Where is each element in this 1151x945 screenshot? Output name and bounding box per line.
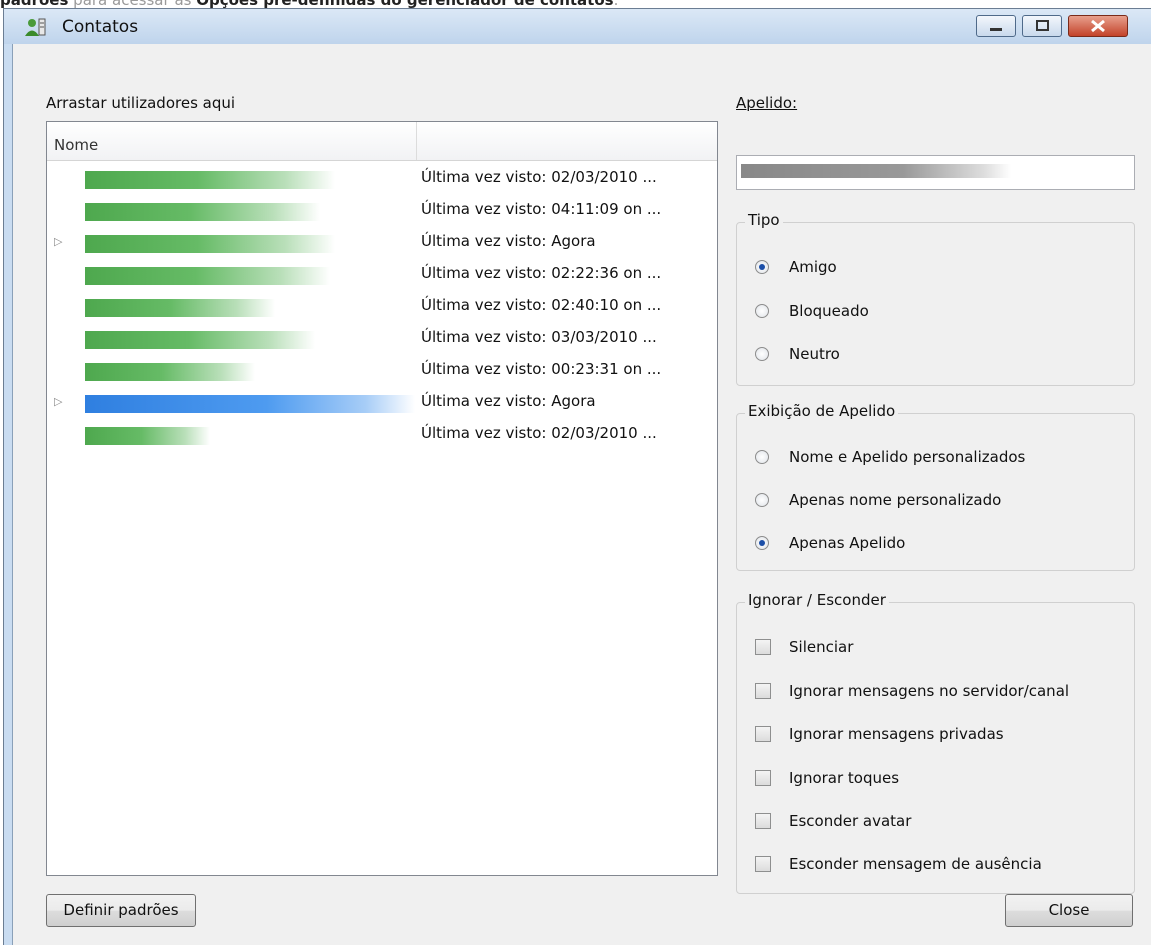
expand-arrow-icon[interactable]: ▷ (54, 395, 62, 408)
checkbox-box[interactable] (755, 726, 771, 742)
contact-name-redacted (85, 299, 275, 317)
contacts-list[interactable]: Nome Última vez visto: 02/03/2010 ... Últ… (46, 121, 718, 876)
last-seen-cell: Última vez visto: 04:11:09 on ... (421, 200, 662, 218)
table-row[interactable]: Última vez visto: 00:23:31 on ... (47, 354, 717, 386)
table-row[interactable]: Última vez visto: 03/03/2010 ... (47, 322, 717, 354)
contact-name-redacted (85, 363, 255, 381)
contact-name-redacted (85, 171, 335, 189)
tipo-legend: Tipo (745, 211, 783, 229)
column-header-last-seen[interactable] (417, 122, 717, 160)
checkbox-label: Ignorar mensagens no servidor/canal (789, 682, 1070, 700)
close-button[interactable]: Close (1005, 894, 1133, 927)
checkbox-label: Ignorar mensagens privadas (789, 725, 1004, 743)
column-header-name[interactable]: Nome (47, 122, 417, 160)
window-client-area: Arrastar utilizadores aqui Nome Última v… (12, 44, 1151, 945)
list-header: Nome (47, 122, 717, 161)
last-seen-cell: Última vez visto: Agora (421, 392, 596, 410)
set-defaults-button[interactable]: Definir padrões (46, 894, 196, 927)
radio-label: Neutro (789, 345, 840, 363)
close-icon (1091, 19, 1105, 33)
nickname-label: Apelido: (736, 94, 797, 112)
exibicao-legend: Exibição de Apelido (745, 402, 899, 420)
contacts-icon (25, 18, 46, 36)
drag-users-label: Arrastar utilizadores aqui (46, 94, 236, 112)
last-seen-cell: Última vez visto: 02/03/2010 ... (421, 168, 657, 186)
last-seen-cell: Última vez visto: 00:23:31 on ... (421, 360, 662, 378)
tipo-group: Tipo Amigo Bloqueado Neutro (736, 211, 1135, 386)
table-row[interactable]: Última vez visto: 02/03/2010 ... (47, 162, 717, 194)
contact-name-redacted (85, 395, 415, 413)
maximize-icon (1036, 20, 1049, 31)
last-seen-cell: Última vez visto: Agora (421, 232, 596, 250)
table-row[interactable]: Última vez visto: 02:22:36 on ... (47, 258, 717, 290)
maximize-button[interactable] (1022, 15, 1062, 37)
nickname-field[interactable] (736, 155, 1135, 190)
exibicao-group: Exibição de Apelido Nome e Apelido perso… (736, 402, 1135, 571)
radio-label: Nome e Apelido personalizados (789, 448, 1026, 466)
table-row[interactable]: ▷ Última vez visto: Agora (47, 386, 717, 418)
close-window-button[interactable] (1068, 15, 1128, 37)
contacts-window: Contatos Arrastar utilizadores aqui Nome… (3, 8, 1151, 945)
expand-arrow-icon[interactable]: ▷ (54, 235, 62, 248)
table-row[interactable]: Última vez visto: 02:40:10 on ... (47, 290, 717, 322)
nickname-value-redacted (741, 164, 1011, 178)
radio-indicator[interactable] (755, 450, 769, 464)
checkbox-label: Silenciar (789, 638, 854, 656)
last-seen-cell: Última vez visto: 02/03/2010 ... (421, 424, 657, 442)
checkbox-label: Esconder avatar (789, 812, 912, 830)
last-seen-cell: Última vez visto: 02:40:10 on ... (421, 296, 662, 314)
contact-name-redacted (85, 203, 320, 221)
radio-indicator[interactable] (755, 347, 769, 361)
last-seen-cell: Última vez visto: 02:22:36 on ... (421, 264, 662, 282)
checkbox-box[interactable] (755, 639, 771, 655)
radio-indicator[interactable] (755, 536, 769, 550)
minimize-icon (990, 28, 1002, 31)
table-row[interactable]: Última vez visto: 04:11:09 on ... (47, 194, 717, 226)
checkbox-box[interactable] (755, 856, 771, 872)
radio-label: Amigo (789, 258, 837, 276)
checkbox-label: Ignorar toques (789, 769, 900, 787)
last-seen-cell: Última vez visto: 03/03/2010 ... (421, 328, 657, 346)
checkbox-box[interactable] (755, 770, 771, 786)
checkbox-label: Esconder mensagem de ausência (789, 855, 1042, 873)
radio-indicator[interactable] (755, 260, 769, 274)
window-title: Contatos (62, 17, 139, 37)
radio-label: Apenas Apelido (789, 534, 906, 552)
minimize-button[interactable] (976, 15, 1016, 37)
radio-indicator[interactable] (755, 493, 769, 507)
title-bar[interactable]: Contatos (4, 9, 1151, 44)
contact-name-redacted (85, 267, 330, 285)
contact-name-redacted (85, 331, 315, 349)
table-row[interactable]: ▷ Última vez visto: Agora (47, 226, 717, 258)
ignorar-group: Ignorar / Esconder Silenciar Ignorar men… (736, 591, 1135, 894)
checkbox-box[interactable] (755, 683, 771, 699)
contact-name-redacted (85, 427, 210, 445)
radio-label: Bloqueado (789, 302, 869, 320)
radio-label: Apenas nome personalizado (789, 491, 1002, 509)
radio-indicator[interactable] (755, 304, 769, 318)
table-row[interactable]: Última vez visto: 02/03/2010 ... (47, 418, 717, 450)
nickname-label-text: Apelido: (736, 94, 798, 112)
checkbox-box[interactable] (755, 813, 771, 829)
ignorar-legend: Ignorar / Esconder (745, 591, 889, 609)
contact-name-redacted (85, 235, 335, 253)
